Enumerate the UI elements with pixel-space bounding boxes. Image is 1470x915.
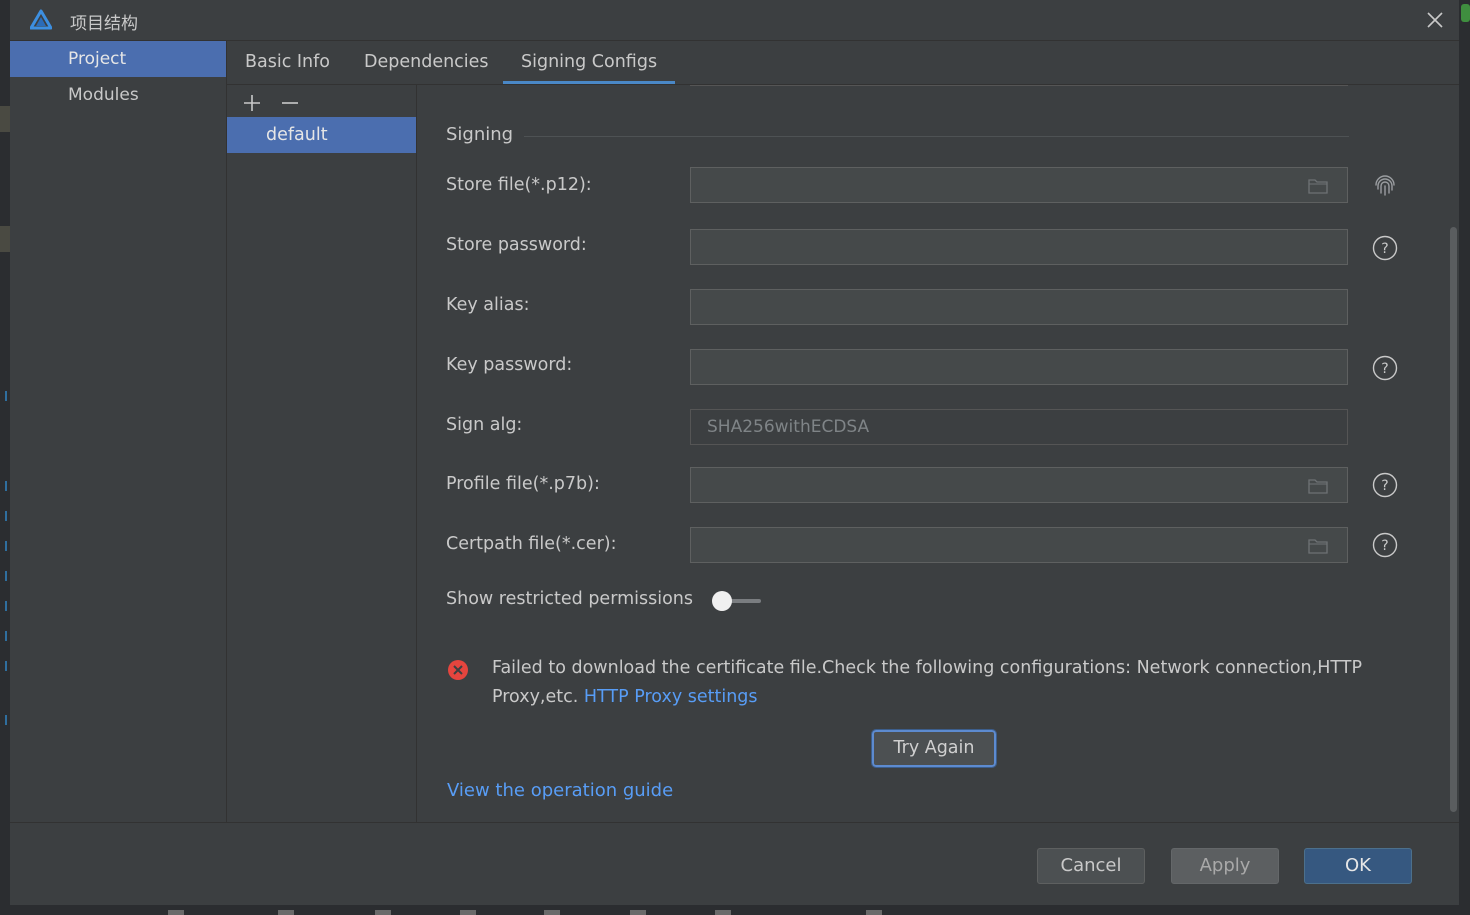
folder-icon[interactable]: [1308, 177, 1328, 194]
fingerprint-icon[interactable]: [1372, 174, 1398, 200]
help-icon[interactable]: ?: [1372, 235, 1398, 261]
help-icon[interactable]: ?: [1372, 355, 1398, 381]
help-icon[interactable]: ?: [1372, 472, 1398, 498]
tab-dependencies[interactable]: Dependencies: [364, 41, 489, 84]
section-title: Signing: [446, 124, 514, 145]
background-marker: [0, 226, 10, 252]
certpath-file-label: Certpath file(*.cer):: [446, 534, 617, 554]
title-bar: 项目结构: [10, 0, 1459, 41]
tab-basic-info[interactable]: Basic Info: [245, 41, 330, 84]
key-alias-field[interactable]: [690, 289, 1348, 325]
help-icon[interactable]: ?: [1372, 532, 1398, 558]
try-again-button[interactable]: Try Again: [871, 729, 997, 768]
store-file-field[interactable]: [690, 167, 1348, 203]
signing-panel: Signing Store file(*.p12): Store passwor…: [417, 85, 1459, 822]
certpath-file-field[interactable]: [690, 527, 1348, 563]
signing-config-list: default: [227, 85, 417, 822]
section-divider: [524, 136, 1349, 137]
sign-alg-label: Sign alg:: [446, 415, 523, 435]
background-ide-right-edge: [1459, 0, 1470, 915]
divider: [690, 85, 1348, 86]
error-message-continued: Proxy,etc. HTTP Proxy settings: [492, 687, 758, 707]
store-file-label: Store file(*.p12):: [446, 175, 592, 195]
restricted-permissions-label: Show restricted permissions: [446, 589, 693, 609]
cancel-button[interactable]: Cancel: [1037, 848, 1145, 884]
project-structure-dialog: 项目结构 Project Modules Basic Info Dependen…: [10, 0, 1459, 905]
folder-icon[interactable]: [1308, 477, 1328, 494]
key-password-label: Key password:: [446, 355, 573, 375]
http-proxy-settings-link[interactable]: HTTP Proxy settings: [584, 687, 758, 707]
error-message-tail: Proxy,etc.: [492, 687, 579, 707]
svg-text:?: ?: [1381, 478, 1388, 494]
sign-alg-value: SHA256withECDSA: [707, 417, 870, 437]
vertical-scrollbar[interactable]: [1450, 227, 1457, 812]
key-password-field[interactable]: [690, 349, 1348, 385]
close-icon[interactable]: [1423, 8, 1447, 32]
profile-file-label: Profile file(*.p7b):: [446, 474, 600, 494]
profile-file-field[interactable]: [690, 467, 1348, 503]
key-alias-label: Key alias:: [446, 295, 530, 315]
error-message: Failed to download the certificate file.…: [492, 658, 1362, 678]
background-marker: [0, 106, 10, 132]
apply-button[interactable]: Apply: [1171, 848, 1279, 884]
tab-bar: Basic Info Dependencies Signing Configs: [227, 41, 1459, 85]
svg-text:?: ?: [1381, 241, 1388, 257]
svg-text:?: ?: [1381, 538, 1388, 554]
operation-guide-link[interactable]: View the operation guide: [447, 780, 673, 801]
deveco-logo-icon: [30, 9, 52, 30]
tab-signing-configs[interactable]: Signing Configs: [502, 41, 676, 84]
remove-icon[interactable]: [280, 93, 300, 113]
error-icon: [448, 660, 468, 680]
gear-icon: [1461, 4, 1470, 22]
restricted-permissions-toggle[interactable]: [711, 590, 763, 612]
store-password-field[interactable]: [690, 229, 1348, 265]
svg-text:?: ?: [1381, 361, 1388, 377]
ok-button[interactable]: OK: [1304, 848, 1412, 884]
sidebar: Project Modules: [10, 41, 227, 822]
background-ide-left-edge: [0, 0, 10, 915]
folder-icon[interactable]: [1308, 537, 1328, 554]
dialog-footer: Cancel Apply OK: [10, 822, 1459, 905]
sidebar-item-modules[interactable]: Modules: [10, 77, 226, 113]
config-item-default[interactable]: default: [227, 117, 416, 153]
sidebar-item-project[interactable]: Project: [10, 41, 226, 77]
store-password-label: Store password:: [446, 235, 587, 255]
background-ide-bottom-edge: [0, 904, 1470, 915]
add-icon[interactable]: [242, 93, 262, 113]
window-title: 项目结构: [70, 14, 138, 34]
sign-alg-field: SHA256withECDSA: [690, 409, 1348, 445]
